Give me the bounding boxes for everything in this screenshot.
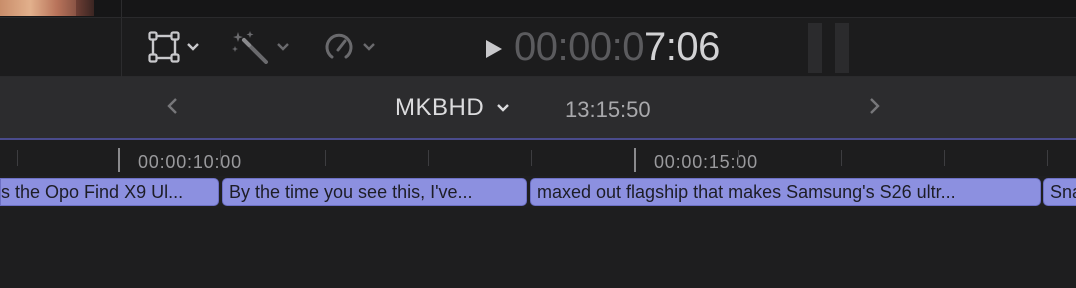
caption-clip[interactable]: s the Opo Find X9 Ul... [0,178,219,206]
audio-meter-right [835,23,849,73]
caption-clip[interactable]: By the time you see this, I've... [222,178,527,206]
project-duration: 13:15:50 [565,97,651,122]
viewer-toolbar: 00:00:07:06 [0,17,1076,78]
chevron-down-icon [276,42,290,52]
caption-lane: s the Opo Find X9 Ul... By the time you … [0,176,1076,208]
transform-icon [148,31,180,63]
ruler-tick-major [118,148,120,172]
viewer-strip [0,0,1076,17]
chevron-right-icon [864,98,884,120]
timeline-empty-area[interactable] [0,208,1076,288]
ruler-tick [944,150,945,166]
play-button[interactable] [482,38,504,65]
ruler-tick [1047,150,1048,166]
ruler-tick [841,150,842,166]
project-name: MKBHD [395,94,485,121]
chevron-left-icon [163,98,183,120]
chevron-down-icon [496,100,510,118]
clip-thumbnail-edge [76,0,94,16]
chevron-down-icon [186,42,200,52]
back-button[interactable] [163,96,183,116]
caption-clip[interactable]: Sna [1043,178,1076,206]
clip-thumbnail[interactable] [0,0,76,16]
magic-wand-icon [232,30,270,64]
transform-tool-button[interactable] [148,30,200,64]
ruler-tick [531,150,532,166]
divider [121,0,122,17]
enhance-tool-button[interactable] [232,30,290,64]
ruler-tick [738,150,739,166]
ruler-label: 00:00:15:00 [654,152,758,172]
ruler-tick [17,150,18,166]
timecode-current: 7:06 [643,25,720,69]
ruler-tick-major [634,148,636,172]
timecode-leading: 00:00:0 [514,25,644,69]
timecode-display[interactable]: 00:00:07:06 [514,23,720,71]
project-selector[interactable]: MKBHD [395,94,510,122]
ruler-tick [428,150,429,166]
speed-icon [322,30,356,64]
play-icon [482,40,504,64]
timeline-ruler[interactable]: 00:00:10:00 00:00:15:00 [0,140,1076,176]
timeline-navigation-bar: MKBHD 13:15:50 [0,77,1076,140]
ruler-tick [325,150,326,166]
final-cut-timeline-window: 00:00:07:06 MKBHD 13:15:50 00:00:10:00 0… [0,0,1076,288]
ruler-label: 00:00:10:00 [138,152,242,172]
audio-meter-left [808,23,822,73]
retime-tool-button[interactable] [322,30,376,64]
chevron-down-icon [362,42,376,52]
ruler-tick [220,150,221,166]
caption-clip[interactable]: maxed out flagship that makes Samsung's … [530,178,1041,206]
toolbar-divider [121,18,122,78]
forward-button[interactable] [864,96,884,116]
